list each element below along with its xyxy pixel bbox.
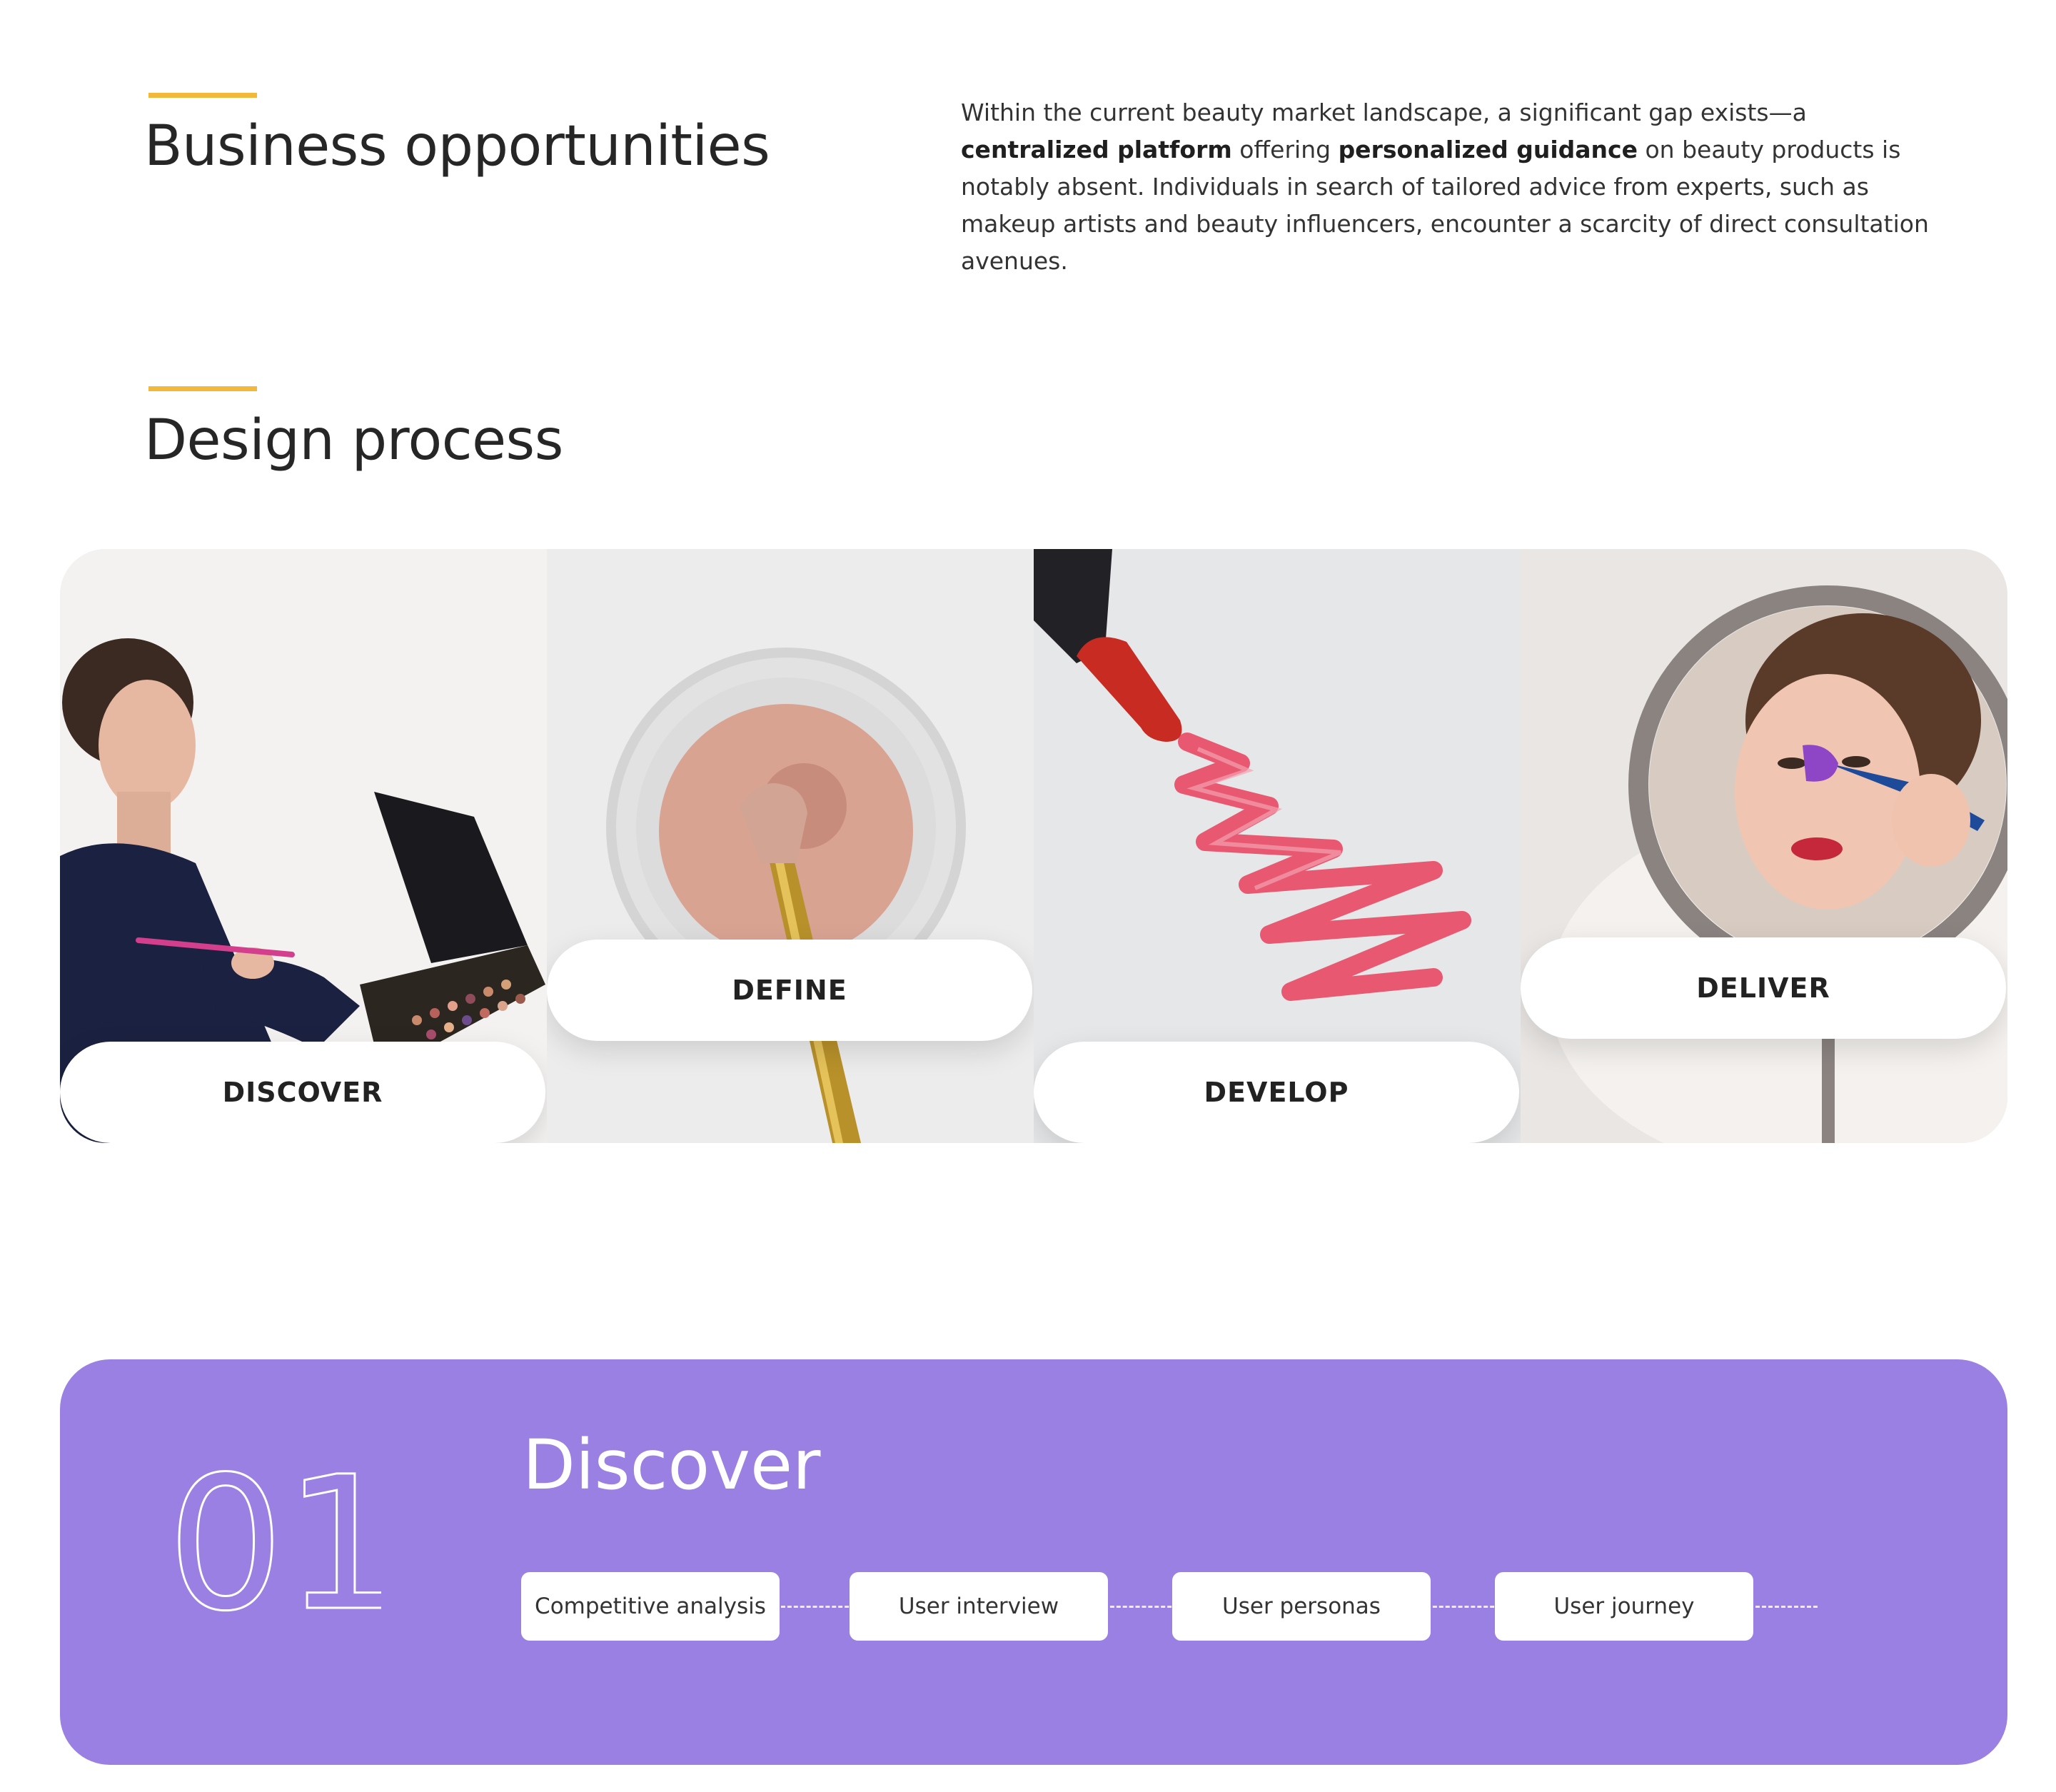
phase-pill-define[interactable]: DEFINE (547, 940, 1032, 1041)
description-text-2: offering (1231, 136, 1339, 163)
business-accent-bar (148, 93, 257, 98)
section-number: 01 (167, 1465, 381, 1622)
develop-photo: DEVELOP (1034, 549, 1521, 1143)
step-user-interview[interactable]: User interview (850, 1572, 1108, 1641)
deliver-photo: DELIVER (1521, 549, 2007, 1143)
description-bold-1: centralized platform (961, 136, 1232, 163)
connector-1 (781, 1606, 855, 1608)
description-text-1: Within the current beauty market landsca… (961, 99, 1807, 126)
define-photo: DEFINE (547, 549, 1034, 1143)
phase-pill-develop[interactable]: DEVELOP (1034, 1042, 1519, 1143)
connector-3 (1426, 1606, 1501, 1608)
discover-title: Discover (523, 1425, 821, 1505)
step-user-personas[interactable]: User personas (1172, 1572, 1431, 1641)
section-number-outline: 01 (167, 1465, 381, 1622)
connector-4 (1749, 1606, 1818, 1608)
powder-jar-image (547, 549, 1034, 1143)
business-heading: Business opportunities (144, 114, 770, 178)
design-process-gallery: DISCOVER DEFINE DEVELOP DELIVER (60, 549, 2007, 1143)
phase-pill-deliver[interactable]: DELIVER (1521, 937, 2006, 1039)
design-accent-bar (148, 386, 257, 391)
step-user-journey[interactable]: User journey (1495, 1572, 1753, 1641)
woman-mirror-image (1521, 549, 2007, 1143)
description-bold-2: personalized guidance (1338, 136, 1638, 163)
connector-2 (1104, 1606, 1178, 1608)
discover-photo: DISCOVER (60, 549, 547, 1143)
step-competitive-analysis[interactable]: Competitive analysis (521, 1572, 780, 1641)
phase-pill-discover[interactable]: DISCOVER (60, 1042, 545, 1143)
discover-section-card: 01 Discover Competitive analysis User in… (60, 1359, 2007, 1765)
business-description: Within the current beauty market landsca… (961, 94, 1932, 280)
design-process-heading: Design process (144, 408, 563, 473)
